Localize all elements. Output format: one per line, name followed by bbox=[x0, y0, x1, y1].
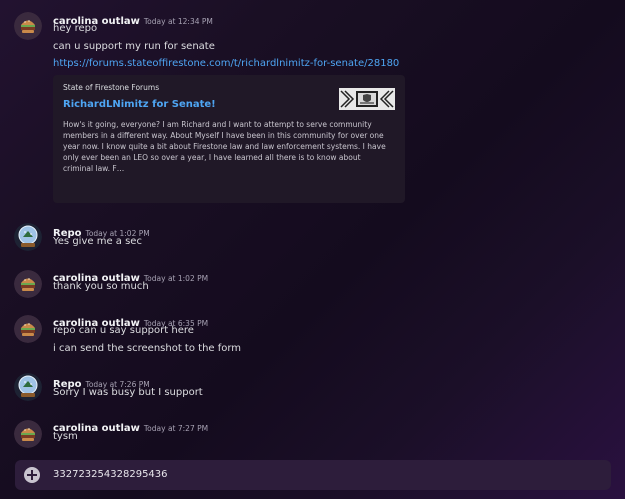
message-timestamp: Today at 12:34 PM bbox=[143, 17, 213, 26]
message-input[interactable] bbox=[53, 460, 593, 490]
message-text: hey repo bbox=[53, 23, 98, 34]
message-timestamp: Today at 1:02 PM bbox=[143, 274, 209, 283]
message-timestamp: Today at 7:27 PM bbox=[143, 424, 209, 433]
message-text: Yes give me a sec bbox=[53, 236, 142, 247]
message-text: i can send the screenshot to the form bbox=[53, 343, 242, 354]
burger-avatar-icon[interactable] bbox=[14, 270, 42, 298]
forum-logo-icon[interactable] bbox=[339, 88, 395, 110]
embed-title[interactable]: RichardLNimitz for Senate! bbox=[63, 99, 216, 110]
message-text: Sorry I was busy but I support bbox=[53, 387, 203, 398]
add-attachment-icon[interactable] bbox=[24, 467, 40, 483]
message-list: carolina outlaw Today at 12:34 PM hey rep… bbox=[0, 0, 625, 460]
message-text: tysm bbox=[53, 431, 78, 442]
link-embed: State of Firestone Forums RichardLNimitz… bbox=[53, 75, 405, 203]
burger-avatar-icon[interactable] bbox=[14, 12, 42, 40]
message-text: can u support my run for senate bbox=[53, 41, 215, 52]
message-composer bbox=[15, 460, 611, 490]
burger-avatar-icon[interactable] bbox=[14, 315, 42, 343]
snow-globe-avatar-icon[interactable] bbox=[14, 223, 42, 251]
embed-description: How's it going, everyone? I am Richard a… bbox=[63, 120, 386, 173]
message-text: repo can u say support here bbox=[53, 325, 194, 336]
message-link[interactable]: https://forums.stateoffirestone.com/t/ri… bbox=[53, 58, 399, 69]
message-text: thank you so much bbox=[53, 281, 149, 292]
burger-avatar-icon[interactable] bbox=[14, 420, 42, 448]
embed-provider[interactable]: State of Firestone Forums bbox=[63, 83, 159, 92]
snow-globe-avatar-icon[interactable] bbox=[14, 373, 42, 401]
